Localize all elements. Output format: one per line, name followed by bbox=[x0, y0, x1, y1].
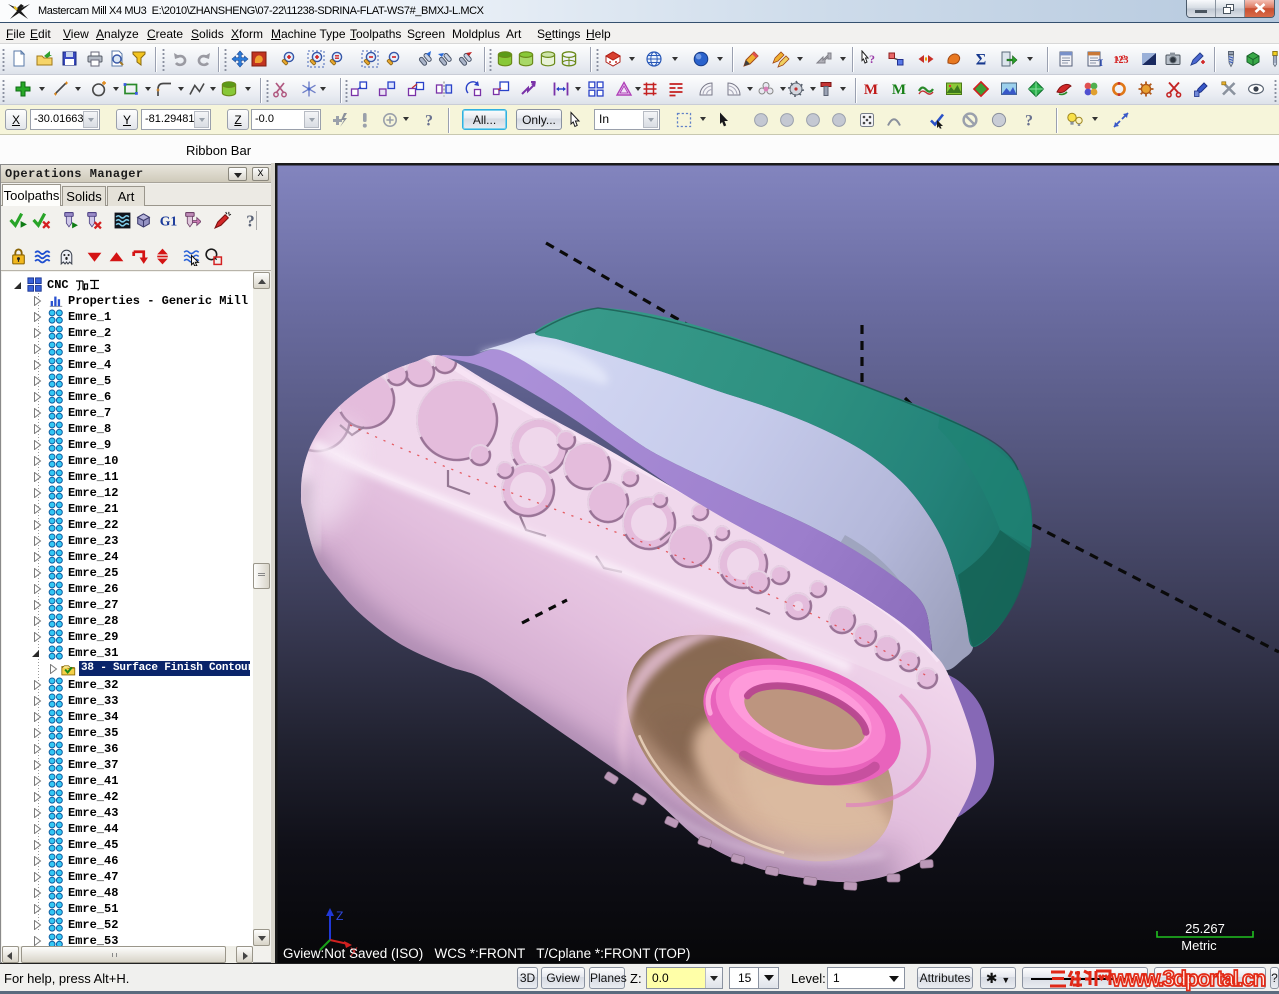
svg-text:?: ? bbox=[1025, 113, 1033, 130]
svg-text:M: M bbox=[864, 82, 878, 98]
svg-text:G1: G1 bbox=[160, 213, 178, 228]
svg-text:M: M bbox=[892, 82, 906, 98]
svg-text:?: ? bbox=[246, 211, 254, 230]
svg-text:25.267: 25.267 bbox=[1185, 921, 1225, 936]
svg-text:Z: Z bbox=[336, 909, 343, 923]
svg-text:?: ? bbox=[869, 52, 875, 66]
svg-text:123: 123 bbox=[1114, 55, 1129, 66]
svg-text:?: ? bbox=[425, 113, 433, 130]
svg-text:Σ: Σ bbox=[976, 52, 986, 69]
svg-text:Metric: Metric bbox=[1181, 938, 1217, 953]
svg-text:T: T bbox=[1098, 58, 1103, 68]
svg-text:Gview:Not Saved (ISO) WCS *:: Gview:Not Saved (ISO) WCS *:FRONT T/Cpla… bbox=[283, 946, 690, 961]
